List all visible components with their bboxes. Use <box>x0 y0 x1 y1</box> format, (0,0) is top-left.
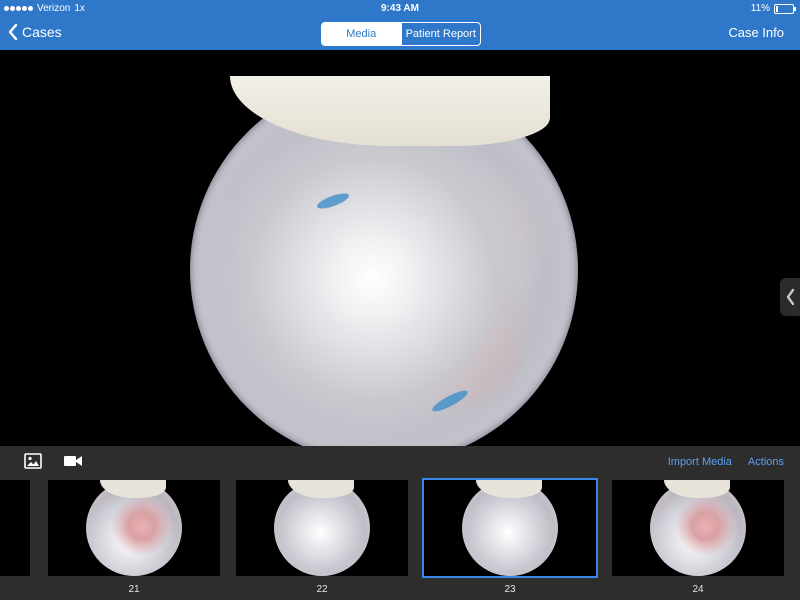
thumbnail-number: 23 <box>504 584 516 595</box>
navigation-bar: Cases Media Patient Report Case Info <box>0 17 800 50</box>
status-bar: Verizon 1x 9:43 AM 11% <box>0 0 800 17</box>
battery-icon <box>774 3 796 14</box>
suture-thread <box>315 190 351 212</box>
case-info-button[interactable]: Case Info <box>728 25 784 40</box>
suture-thread <box>429 387 471 415</box>
status-time: 9:43 AM <box>381 3 419 14</box>
segment-media[interactable]: Media <box>322 23 401 45</box>
top-bar: Verizon 1x 9:43 AM 11% Cases Media Patie… <box>0 0 800 50</box>
thumbnail-image <box>462 480 558 576</box>
thumbnail-item[interactable]: 22 <box>236 480 408 595</box>
thumbnail-number: 24 <box>692 584 704 595</box>
thumbnail-image <box>274 480 370 576</box>
thumbnail-item-selected[interactable]: 23 <box>422 478 598 595</box>
video-camera-icon[interactable] <box>62 451 84 471</box>
endoscope-image <box>190 76 578 446</box>
back-label: Cases <box>22 24 62 40</box>
chevron-left-icon <box>8 24 18 40</box>
back-button[interactable]: Cases <box>8 24 62 40</box>
thumbnail-image <box>86 480 182 576</box>
cartilage-region <box>230 76 550 146</box>
media-viewer[interactable] <box>0 50 800 446</box>
segment-patient-report[interactable]: Patient Report <box>400 23 481 45</box>
chevron-left-icon <box>785 288 795 306</box>
status-right: 11% <box>750 3 796 14</box>
photo-icon[interactable] <box>22 451 44 471</box>
thumbnail-item[interactable]: 24 <box>612 480 784 595</box>
thumbnail-strip[interactable]: 21 22 23 24 <box>0 476 800 600</box>
side-panel-toggle[interactable] <box>780 278 800 316</box>
thumbnail-partial[interactable] <box>0 480 30 576</box>
import-media-button[interactable]: Import Media <box>668 456 732 468</box>
toolbar-links: Import Media Actions <box>668 456 784 468</box>
media-toolbar: Import Media Actions <box>0 446 800 476</box>
thumbnail-number: 22 <box>316 584 328 595</box>
battery-percent: 11% <box>750 3 770 14</box>
segmented-control: Media Patient Report <box>321 22 481 46</box>
thumbnail-item[interactable]: 21 <box>48 480 220 595</box>
thumbnail-image <box>650 480 746 576</box>
thumbnail-number: 21 <box>128 584 140 595</box>
actions-button[interactable]: Actions <box>748 456 784 468</box>
